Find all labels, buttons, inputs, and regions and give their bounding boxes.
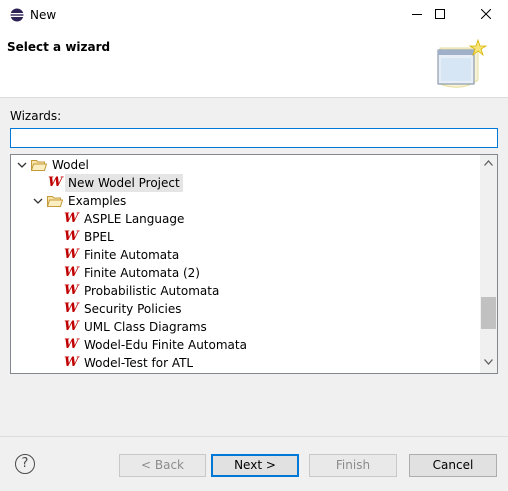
folder-open-icon bbox=[31, 160, 47, 171]
tree-item-examples[interactable]: Examples bbox=[11, 192, 481, 210]
tree-item-example[interactable]: W Probabilistic Automata bbox=[11, 282, 481, 300]
chevron-down-icon[interactable] bbox=[17, 160, 27, 170]
tree-item-example[interactable]: W Finite Automata bbox=[11, 246, 481, 264]
tree-item-label: Security Policies bbox=[84, 302, 182, 316]
new-wizard-banner-icon bbox=[437, 38, 488, 88]
tree-item-label: New Wodel Project bbox=[65, 174, 183, 192]
wodel-icon: W bbox=[64, 319, 79, 334]
wodel-icon: W bbox=[64, 337, 79, 352]
wizard-filter-input[interactable] bbox=[10, 128, 498, 148]
wizard-tree[interactable]: Wodel W New Wodel Project Examples W ASP… bbox=[10, 154, 498, 374]
back-button[interactable]: < Back bbox=[119, 454, 206, 477]
tree-item-label: Wodel bbox=[52, 158, 89, 172]
wodel-icon: W bbox=[48, 175, 63, 190]
maximize-icon bbox=[435, 9, 445, 19]
tree-item-label: BPEL bbox=[84, 230, 114, 244]
window-title: New bbox=[30, 8, 57, 22]
title-bar: New bbox=[0, 0, 508, 30]
wodel-icon: W bbox=[64, 265, 79, 280]
page-title: Select a wizard bbox=[7, 40, 111, 54]
tree-item-label: Probabilistic Automata bbox=[84, 284, 220, 298]
wodel-icon: W bbox=[64, 247, 79, 262]
tree-item-example[interactable]: W UML Class Diagrams bbox=[11, 318, 481, 336]
close-button[interactable] bbox=[463, 0, 508, 30]
tree-item-example[interactable]: W Security Policies bbox=[11, 300, 481, 318]
maximize-button[interactable] bbox=[417, 0, 463, 30]
scrollbar-thumb[interactable] bbox=[481, 297, 496, 329]
tree-item-example[interactable]: W Finite Automata (2) bbox=[11, 264, 481, 282]
wizard-header: Select a wizard bbox=[0, 30, 508, 98]
scroll-up-arrow-icon[interactable] bbox=[484, 160, 493, 166]
tree-item-example[interactable]: W BPEL bbox=[11, 228, 481, 246]
wodel-icon: W bbox=[64, 301, 79, 316]
finish-button[interactable]: Finish bbox=[309, 454, 397, 477]
folder-open-icon bbox=[47, 196, 63, 207]
wodel-icon: W bbox=[64, 211, 79, 226]
tree-item-label: Wodel-Edu Finite Automata bbox=[84, 338, 247, 352]
tree-item-label: Finite Automata (2) bbox=[84, 266, 200, 280]
tree-item-label: UML Class Diagrams bbox=[84, 320, 207, 334]
tree-item-example[interactable]: W Wodel-Edu Finite Automata bbox=[11, 336, 481, 354]
tree-item-wodel[interactable]: Wodel bbox=[11, 156, 481, 174]
eclipse-app-icon bbox=[10, 8, 24, 22]
cancel-button[interactable]: Cancel bbox=[409, 454, 497, 477]
help-icon[interactable]: ? bbox=[15, 454, 35, 474]
tree-item-label: Finite Automata bbox=[84, 248, 180, 262]
wodel-icon: W bbox=[64, 355, 79, 370]
next-button[interactable]: Next > bbox=[211, 454, 299, 477]
tree-scrollbar[interactable] bbox=[480, 155, 497, 373]
scroll-down-arrow-icon[interactable] bbox=[484, 359, 493, 365]
wizards-label: Wizards: bbox=[10, 109, 62, 123]
wodel-icon: W bbox=[64, 229, 79, 244]
tree-item-example[interactable]: W ASPLE Language bbox=[11, 210, 481, 228]
chevron-down-icon[interactable] bbox=[33, 196, 43, 206]
close-icon bbox=[480, 8, 492, 20]
tree-item-label: Examples bbox=[68, 194, 127, 208]
tree-item-label: ASPLE Language bbox=[84, 212, 185, 226]
tree-item-new-wodel-project[interactable]: W New Wodel Project bbox=[11, 174, 481, 192]
tree-item-example[interactable]: W Wodel-Test for ATL bbox=[11, 354, 481, 372]
footer-divider bbox=[0, 436, 508, 437]
wodel-icon: W bbox=[64, 283, 79, 298]
tree-item-label: Wodel-Test for ATL bbox=[84, 356, 194, 370]
